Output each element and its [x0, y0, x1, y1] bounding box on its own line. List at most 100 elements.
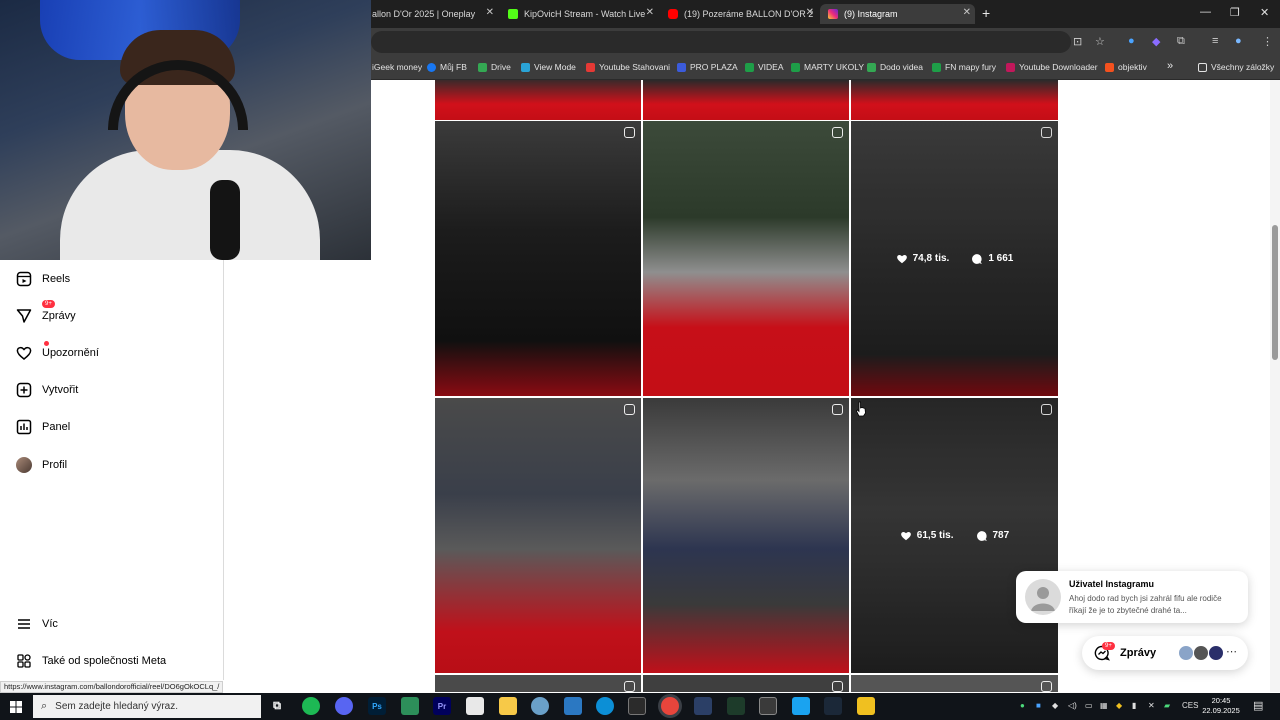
bookmark-item[interactable]: Můj FB: [427, 62, 467, 72]
tab-youtube[interactable]: (19) Pozeráme BALLON D'OR 2 ✕: [660, 4, 818, 24]
app-icon[interactable]: [694, 697, 712, 715]
bookmark-item[interactable]: FN mapy fury: [932, 62, 996, 72]
notification-center-icon[interactable]: ▤: [1253, 699, 1263, 712]
bookmark-item[interactable]: Youtube Stahovani: [586, 62, 670, 72]
bookmark-item[interactable]: VIDEA: [745, 62, 784, 72]
extensions-puzzle-icon[interactable]: ⧉: [1177, 35, 1185, 48]
post-tile-p6[interactable]: 61,5 tis. 787: [851, 398, 1058, 673]
close-icon[interactable]: ✕: [486, 7, 494, 18]
tray-icon[interactable]: ▦: [1100, 701, 1108, 710]
bookmark-item[interactable]: PRO PLAZA: [677, 62, 738, 72]
profile-post-grid: 74,8 tis. 1 661 61,5 tis. 787: [435, 80, 1058, 692]
post-tile[interactable]: [435, 80, 641, 120]
scrollbar-thumb[interactable]: [1272, 225, 1278, 360]
premiere-icon[interactable]: Pr: [433, 697, 451, 715]
browser-menu-icon[interactable]: ⋮: [1262, 35, 1273, 48]
epic-games-icon[interactable]: [628, 697, 646, 715]
bookmark-item[interactable]: iGeek money: [372, 62, 422, 72]
tray-icon[interactable]: ●: [1020, 701, 1025, 710]
steam-icon[interactable]: [824, 697, 842, 715]
bookmark-item[interactable]: View Mode: [521, 62, 576, 72]
messages-pill-button[interactable]: 9+ Zprávy ⋯: [1082, 636, 1248, 670]
close-icon[interactable]: ✕: [963, 7, 971, 18]
network-icon[interactable]: ▭: [1085, 701, 1093, 710]
app-icon[interactable]: [759, 697, 777, 715]
taskbar-search-input[interactable]: ⌕ Sem zadejte hledaný výraz.: [33, 695, 261, 718]
tray-icon[interactable]: ▰: [1164, 701, 1170, 710]
bookmark-item[interactable]: Drive: [478, 62, 511, 72]
nav-item-reels[interactable]: Reels: [16, 268, 70, 290]
bookmark-item[interactable]: MARTY UKOLY: [791, 62, 864, 72]
more-bookmarks-button[interactable]: »: [1167, 60, 1173, 72]
reel-icon: [832, 681, 843, 692]
media-control-icon[interactable]: ≡: [1212, 35, 1218, 47]
nav-item-messages[interactable]: 9+ Zprávy: [16, 300, 76, 327]
microphone-icon[interactable]: ▮: [1132, 701, 1136, 710]
youtube-icon: [668, 9, 678, 19]
close-window-icon[interactable]: ✕: [1260, 6, 1269, 19]
windows-start-icon[interactable]: [10, 701, 22, 713]
nav-item-dashboard[interactable]: Panel: [16, 416, 70, 438]
bookmark-star-icon[interactable]: ☆: [1095, 35, 1105, 48]
profile-icon[interactable]: ●: [1235, 35, 1242, 47]
tray-icon[interactable]: ■: [1036, 701, 1041, 710]
edge-icon[interactable]: [596, 697, 614, 715]
close-icon[interactable]: ✕: [646, 7, 654, 18]
all-bookmarks-button[interactable]: Všechny záložky: [1198, 62, 1274, 72]
nav-item-notifications[interactable]: Upozornění: [16, 341, 99, 364]
restore-icon[interactable]: ❐: [1230, 6, 1240, 19]
nav-item-create[interactable]: Vytvořit: [16, 379, 78, 401]
volume-icon[interactable]: ◁): [1068, 701, 1077, 710]
page-scrollbar[interactable]: [1270, 80, 1280, 692]
drive-icon: [867, 62, 876, 72]
bookmark-item[interactable]: Dodo videa: [867, 62, 923, 72]
post-tile-p4[interactable]: [435, 398, 641, 673]
tab-kick-stream[interactable]: KipOvicH Stream - Watch Live ✕: [500, 4, 658, 24]
extension-icon[interactable]: ◆: [1152, 35, 1160, 48]
post-tile-p5[interactable]: [643, 398, 849, 673]
address-input[interactable]: [371, 31, 1071, 53]
tab-oneplay[interactable]: allon D'Or 2025 | Oneplay ✕: [368, 4, 498, 24]
message-notification[interactable]: Uživatel Instagramu Ahoj dodo rad bych j…: [1016, 571, 1248, 623]
app-icon[interactable]: [792, 697, 810, 715]
photoshop-icon[interactable]: Ps: [368, 697, 386, 715]
avatar: [1208, 645, 1224, 661]
tray-icon[interactable]: ◆: [1052, 701, 1058, 710]
chrome-icon[interactable]: [661, 697, 679, 715]
minimize-icon[interactable]: —: [1200, 6, 1211, 18]
store-icon[interactable]: [466, 697, 484, 715]
install-app-icon[interactable]: ⊡: [1073, 35, 1082, 48]
task-view-icon[interactable]: ⧉: [268, 697, 286, 715]
nav-item-profile[interactable]: Profil: [16, 454, 67, 476]
post-tile[interactable]: [851, 675, 1058, 692]
close-icon[interactable]: ✕: [806, 7, 814, 18]
post-tile[interactable]: [851, 80, 1058, 120]
tray-icon[interactable]: ✕: [1148, 701, 1155, 710]
file-explorer-icon[interactable]: [499, 697, 517, 715]
dashboard-icon: [16, 419, 32, 435]
app-icon[interactable]: [531, 697, 549, 715]
tab-instagram[interactable]: (9) Instagram ✕: [820, 4, 975, 24]
post-tile-p2[interactable]: [643, 121, 849, 396]
discord-icon[interactable]: [335, 697, 353, 715]
extension-icon[interactable]: ●: [1128, 35, 1135, 47]
create-icon: [16, 382, 32, 398]
post-tile[interactable]: [435, 675, 641, 692]
bookmark-item[interactable]: objektiv: [1105, 62, 1147, 72]
post-tile[interactable]: [643, 80, 849, 120]
app-icon[interactable]: [564, 697, 582, 715]
app-icon[interactable]: [857, 697, 875, 715]
app-icon[interactable]: [401, 697, 419, 715]
tray-icon[interactable]: ◆: [1116, 701, 1122, 710]
taskbar-clock[interactable]: 20:45 22.09.2025: [1196, 696, 1246, 716]
post-tile[interactable]: [643, 675, 849, 692]
spotify-icon[interactable]: [302, 697, 320, 715]
nav-item-meta[interactable]: Také od společnosti Meta: [16, 650, 166, 672]
post-tile-p1[interactable]: [435, 121, 641, 396]
tab-title: allon D'Or 2025 | Oneplay: [372, 9, 476, 19]
post-tile-p3[interactable]: 74,8 tis. 1 661: [851, 121, 1058, 396]
bookmark-item[interactable]: Youtube Downloader: [1006, 62, 1098, 72]
app-icon[interactable]: [727, 697, 745, 715]
new-tab-icon[interactable]: +: [982, 5, 990, 21]
nav-item-more[interactable]: Víc: [16, 613, 58, 635]
